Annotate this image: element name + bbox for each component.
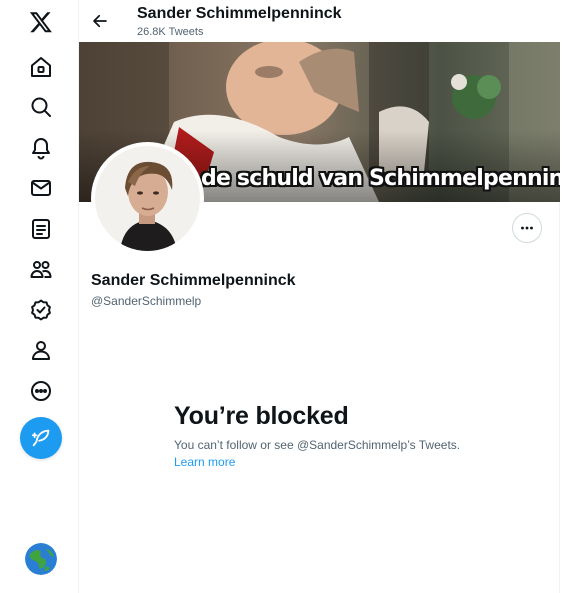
ellipsis-icon bbox=[521, 226, 533, 230]
blocked-notice: You’re blocked You can’t follow or see @… bbox=[174, 401, 474, 471]
back-button[interactable] bbox=[87, 6, 113, 36]
account-switcher-avatar[interactable] bbox=[25, 543, 57, 575]
profile-icon[interactable] bbox=[20, 330, 62, 370]
profile-handle: @SanderSchimmelp bbox=[91, 294, 202, 308]
x-logo-icon[interactable] bbox=[20, 2, 62, 42]
compose-button[interactable] bbox=[20, 417, 62, 459]
banner-caption: de schuld van Schimmelpenninck bbox=[201, 166, 560, 191]
verified-icon[interactable] bbox=[20, 290, 62, 330]
profile-photo bbox=[95, 146, 200, 251]
lists-icon[interactable] bbox=[20, 209, 62, 249]
blocked-title: You’re blocked bbox=[174, 402, 349, 430]
compose-feather-icon bbox=[31, 429, 50, 447]
learn-more-link[interactable]: Learn more bbox=[174, 455, 235, 469]
communities-icon[interactable] bbox=[20, 249, 62, 289]
messages-icon[interactable] bbox=[20, 168, 62, 208]
blocked-description-text: You can’t follow or see @SanderSchimmelp… bbox=[174, 438, 461, 452]
header-title: Sander Schimmelpenninck bbox=[137, 5, 342, 22]
arrow-left-icon bbox=[93, 14, 107, 28]
more-icon[interactable] bbox=[20, 371, 62, 411]
sidebar-nav bbox=[0, 0, 78, 593]
profile-header: Sander Schimmelpenninck 26.8K Tweets bbox=[79, 0, 560, 42]
profile-display-name: Sander Schimmelpenninck bbox=[91, 272, 296, 289]
search-icon[interactable] bbox=[20, 87, 62, 127]
home-icon[interactable] bbox=[20, 47, 62, 87]
profile-more-button[interactable] bbox=[512, 213, 542, 243]
profile-avatar[interactable] bbox=[91, 142, 204, 255]
blocked-description: You can’t follow or see @SanderSchimmelp… bbox=[174, 437, 474, 471]
profile-column: Sander Schimmelpenninck 26.8K Tweets de … bbox=[78, 0, 560, 593]
notifications-icon[interactable] bbox=[20, 128, 62, 168]
tweet-count: 26.8K Tweets bbox=[137, 26, 204, 38]
